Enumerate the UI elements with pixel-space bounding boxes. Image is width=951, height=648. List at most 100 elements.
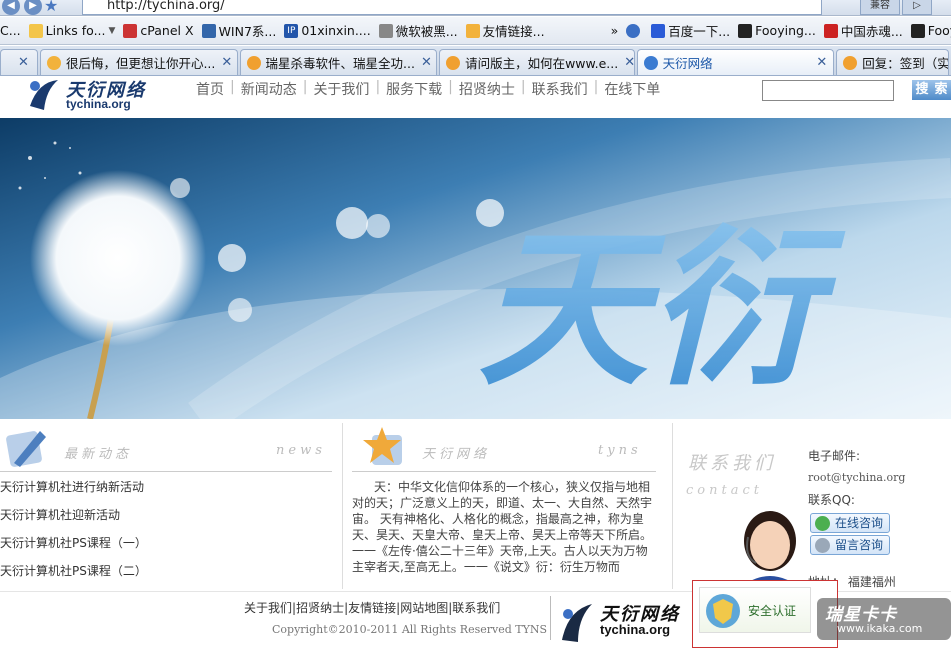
- page-icon: [465, 23, 480, 38]
- contact-title-en: contact: [686, 483, 763, 498]
- bookmark-item[interactable]: Links fo... ▼: [28, 23, 116, 38]
- close-icon[interactable]: ✕: [810, 55, 827, 70]
- bookmarks-bar: C... Links fo... ▼ cPanel X WIN7系... IP 01…: [0, 17, 951, 45]
- news-item[interactable]: 天衍计算机社迎新活动: [0, 501, 330, 529]
- tab-close-icon[interactable]: ✕: [0, 49, 38, 75]
- forward-icon[interactable]: ▶: [24, 0, 42, 15]
- footer-logo-icon: [562, 604, 592, 642]
- support-agent-avatar: [736, 511, 804, 591]
- close-icon[interactable]: ✕: [618, 55, 633, 70]
- address-bar: ◀ ▶ ★ http://tychina.org/ 兼容 ▷: [0, 0, 951, 16]
- star-icon: [363, 427, 402, 465]
- news-item[interactable]: 天衍计算机社PS课程（二）: [0, 557, 330, 585]
- search-input[interactable]: [762, 80, 894, 101]
- folder-icon: [28, 23, 43, 38]
- page-icon: [910, 23, 925, 38]
- paw-icon: [651, 23, 666, 38]
- news-title: 最新动态: [64, 447, 133, 462]
- bookmark-item[interactable]: 百度一下...: [651, 21, 730, 40]
- nav-contact[interactable]: 联系我们: [526, 79, 594, 99]
- tab-favicon-icon: [643, 55, 658, 70]
- nav-jobs[interactable]: 招贤纳士: [453, 79, 521, 99]
- contact-title: 联系我们: [688, 453, 776, 474]
- page-icon: [123, 23, 138, 38]
- logo-domain: tychina.org: [66, 97, 131, 111]
- footer-link-sitemap[interactable]: 网站地图: [400, 601, 448, 615]
- tab-active[interactable]: 天衍网络 ✕: [636, 49, 835, 75]
- footer-links: 关于我们|招贤纳士|友情链接|网站地图|联系我们: [244, 601, 501, 615]
- go-arrow-icon[interactable]: ▷: [902, 0, 932, 15]
- favorite-star-icon[interactable]: ★: [44, 0, 58, 15]
- leave-message-button[interactable]: 留言咨询: [810, 535, 890, 555]
- page-icon: [201, 23, 216, 38]
- compat-button[interactable]: 兼容: [860, 0, 900, 15]
- footer-link-jobs[interactable]: 招贤纳士: [296, 601, 344, 615]
- tab[interactable]: 瑞星杀毒软件、瑞星全功... ✕: [239, 49, 438, 75]
- watermark: 瑞星卡卡 www.ikaka.com: [817, 598, 951, 640]
- message-icon: [815, 538, 830, 553]
- page-icon: [378, 23, 393, 38]
- more-bookmarks-icon[interactable]: »: [611, 23, 619, 38]
- close-icon[interactable]: ✕: [415, 55, 432, 70]
- url-input[interactable]: http://tychina.org/: [82, 0, 822, 15]
- close-icon[interactable]: ✕: [215, 55, 232, 70]
- nav-home[interactable]: 首页: [190, 79, 230, 99]
- bookmark-item[interactable]: Fooying...: [738, 23, 816, 38]
- chevron-down-icon: ▼: [108, 25, 116, 36]
- banner-title: 天衍: [478, 209, 846, 409]
- watermark-en: www.ikaka.com: [837, 622, 923, 635]
- email-link[interactable]: root@tychina.org: [808, 471, 905, 484]
- copyright: Copyright©2010-2011 All Rights Reserved …: [272, 623, 548, 636]
- about-text: 天：中华文化信仰体系的一个核心，狭义仅指与地相对的天；广泛意义上的天，即道、太一…: [352, 480, 653, 574]
- page-icon: [823, 23, 838, 38]
- tab[interactable]: 请问版主，如何在www.e... ✕: [439, 49, 635, 75]
- feed-icon[interactable]: [626, 23, 643, 38]
- nav-news[interactable]: 新闻动态: [235, 79, 303, 99]
- news-item[interactable]: 天衍计算机社进行纳新活动: [0, 473, 330, 501]
- nav-order[interactable]: 在线下单: [598, 79, 666, 99]
- footer-logo-domain: tychina.org: [600, 622, 671, 637]
- tab-favicon-icon: [46, 55, 61, 70]
- footer-link-contact[interactable]: 联系我们: [452, 601, 500, 615]
- search-button[interactable]: 搜索: [912, 80, 951, 100]
- bookmark-item[interactable]: 友情链接...: [465, 21, 545, 40]
- email-label: 电子邮件:: [808, 449, 861, 463]
- hero-banner: 天衍: [0, 118, 951, 419]
- news-title-en: news: [276, 443, 326, 458]
- bookmark-item[interactable]: cPanel X: [123, 23, 194, 38]
- ip-icon: IP: [284, 23, 299, 38]
- nav-about[interactable]: 关于我们: [307, 79, 375, 99]
- news-list: 天衍计算机社进行纳新活动 天衍计算机社迎新活动 天衍计算机社PS课程（一） 天衍…: [0, 473, 330, 585]
- bookmark-item[interactable]: IP 01xinxin....: [284, 23, 371, 38]
- footer-link-friends[interactable]: 友情链接: [348, 601, 396, 615]
- logo-mark-icon: [30, 80, 58, 110]
- cert-label: 安全认证: [748, 604, 797, 618]
- bookmark-item[interactable]: Fooyin: [910, 23, 951, 38]
- about-title: 天衍网络: [422, 447, 491, 462]
- tab-strip: ✕ 很后悔，但更想让你开心... ✕ 瑞星杀毒软件、瑞星全功... ✕ 请问版主，如…: [0, 46, 951, 76]
- footer-link-about[interactable]: 关于我们: [244, 601, 292, 615]
- main-nav: 首页 | 新闻动态 | 关于我们 | 服务下载 | 招贤纳士 | 联系我们 | 在线下单: [190, 79, 666, 99]
- tab-favicon-icon: [843, 55, 858, 70]
- dandelion-illustration: 天衍: [0, 118, 951, 419]
- nav-download[interactable]: 服务下载: [380, 79, 448, 99]
- bookmark-item[interactable]: 中国赤魂...: [823, 21, 903, 40]
- tab[interactable]: 回复：签到（实: [836, 49, 949, 75]
- tab-favicon-icon: [446, 55, 461, 70]
- content-area: 最新动态 news 天衍计算机社进行纳新活动 天衍计算机社迎新活动 天衍计算机社…: [0, 419, 951, 591]
- site-footer: 关于我们|招贤纳士|友情链接|网站地图|联系我们 Copyright©2010-…: [0, 580, 951, 648]
- bookmark-item[interactable]: 微软被黑...: [378, 21, 458, 40]
- news-item[interactable]: 天衍计算机社PS课程（一）: [0, 529, 330, 557]
- online-consult-button[interactable]: 在线咨询: [810, 513, 890, 533]
- tab[interactable]: 很后悔，但更想让你开心... ✕: [39, 49, 238, 75]
- tab-favicon-icon: [246, 55, 261, 70]
- shield-icon: [706, 594, 740, 628]
- qq-label: 联系QQ:: [808, 493, 855, 507]
- online-chat-icon: [815, 516, 830, 531]
- about-title-en: tyns: [598, 443, 642, 458]
- back-icon[interactable]: ◀: [2, 0, 20, 15]
- bookmark-item[interactable]: WIN7系...: [201, 21, 276, 40]
- page-icon: [738, 23, 753, 38]
- site-header: 天衍网络 tychina.org 首页 | 新闻动态 | 关于我们 | 服务下载 | 招…: [0, 76, 951, 118]
- bookmark-prefix[interactable]: C...: [0, 23, 21, 38]
